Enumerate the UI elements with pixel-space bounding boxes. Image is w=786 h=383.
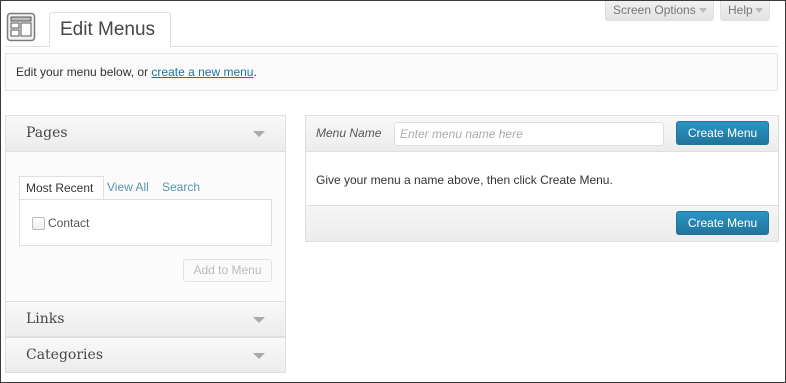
menu-editor: Menu Name Create Menu Give your menu a n… [305,115,779,242]
header-divider [171,46,778,47]
edit-menu-notice: Edit your menu below, or create a new me… [5,53,778,91]
screen-options-label: Screen Options [613,3,696,17]
menu-name-input[interactable] [394,122,664,146]
menu-items-accordion: Pages Most Recent View All Search Contac… [5,115,286,373]
pages-section-body: Most Recent View All Search Contact Add … [6,152,285,298]
notice-text: Edit your menu below, or [16,65,152,79]
notice-suffix: . [253,65,257,79]
screen-options-button[interactable]: Screen Options [605,0,714,21]
header-divider [5,46,49,47]
create-menu-button[interactable]: Create Menu [676,121,769,145]
tab-view-all[interactable]: View All [107,176,157,200]
help-label: Help [728,3,753,17]
help-button[interactable]: Help [720,0,770,21]
triangle-down-icon [253,131,265,137]
chevron-down-icon [699,8,707,13]
pages-section-header[interactable]: Pages [6,116,285,152]
menu-name-label: Menu Name [316,126,382,140]
categories-section-title: Categories [26,347,103,363]
chevron-down-icon [755,8,763,13]
links-section-title: Links [26,311,65,327]
triangle-down-icon [253,353,265,359]
menu-layout-icon [6,12,36,42]
menu-editor-header: Menu Name Create Menu [306,116,778,152]
categories-section-header[interactable]: Categories [6,337,285,373]
contact-page-label[interactable]: Contact [48,216,89,230]
page-title: Edit Menus [49,12,171,47]
pages-section-title: Pages [26,125,68,141]
contact-checkbox[interactable] [32,217,45,230]
menu-editor-message: Give your menu a name above, then click … [316,173,613,187]
add-to-menu-button[interactable]: Add to Menu [183,259,272,282]
menu-editor-footer: Create Menu [306,205,778,241]
create-menu-button-footer[interactable]: Create Menu [676,211,769,235]
triangle-down-icon [253,317,265,323]
create-new-menu-link[interactable]: create a new menu [151,65,253,79]
tab-search[interactable]: Search [162,176,212,200]
tab-most-recent[interactable]: Most Recent [19,176,104,200]
pages-list-panel: Contact [19,199,272,246]
links-section-header[interactable]: Links [6,301,285,337]
